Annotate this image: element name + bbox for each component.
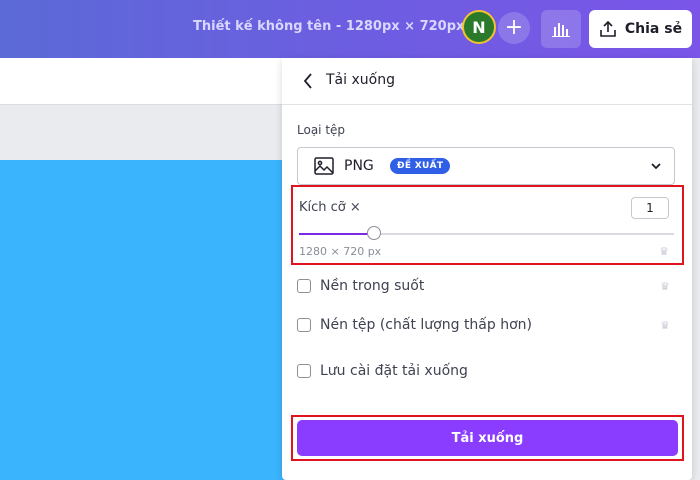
chevron-left-icon <box>303 73 312 89</box>
download-button[interactable]: Tải xuống <box>297 420 678 456</box>
recommended-badge: ĐỀ XUẤT <box>390 158 451 174</box>
insights-button[interactable] <box>541 10 581 48</box>
add-collaborator-button[interactable]: + <box>498 12 530 44</box>
compress-file-option[interactable]: Nén tệp (chất lượng thấp hơn) <box>297 315 532 335</box>
transparent-background-option[interactable]: Nền trong suốt <box>297 276 424 296</box>
file-type-select[interactable]: PNG ĐỀ XUẤT <box>297 147 675 185</box>
save-settings-checkbox[interactable] <box>297 364 311 378</box>
size-section-highlight: Kích cỡ × 1 1280 × 720 px ♛ <box>291 185 684 265</box>
back-button[interactable] <box>298 71 318 91</box>
chevron-down-icon <box>651 163 661 170</box>
avatar-initial: N <box>472 17 486 37</box>
compress-file-checkbox[interactable] <box>297 318 311 332</box>
share-button[interactable]: Chia sẻ <box>589 10 692 48</box>
crown-icon: ♛ <box>660 280 670 293</box>
download-button-highlight: Tải xuống <box>291 415 684 461</box>
size-multiplier-value: 1 <box>646 201 654 215</box>
option-label: Lưu cài đặt tải xuống <box>320 363 468 379</box>
image-icon <box>314 157 334 175</box>
size-slider-fill <box>299 233 374 235</box>
transparent-background-checkbox[interactable] <box>297 279 311 293</box>
size-dimensions: 1280 × 720 px <box>299 245 382 258</box>
bar-chart-icon <box>552 23 570 37</box>
size-slider[interactable] <box>299 226 674 240</box>
panel-title: Tải xuống <box>326 72 395 88</box>
size-slider-handle[interactable] <box>367 226 381 240</box>
plus-icon: + <box>504 15 524 40</box>
size-multiplier-input[interactable]: 1 <box>631 197 669 219</box>
file-type-label: Loại tệp <box>297 123 346 137</box>
crown-icon: ♛ <box>659 245 669 258</box>
crown-icon: ♛ <box>660 319 670 332</box>
upload-icon <box>600 20 616 37</box>
save-download-settings-option[interactable]: Lưu cài đặt tải xuống <box>297 361 468 381</box>
editor-toolbar-strip <box>0 58 282 105</box>
user-avatar[interactable]: N <box>462 10 496 44</box>
share-label: Chia sẻ <box>624 21 683 37</box>
download-button-label: Tải xuống <box>451 430 524 446</box>
download-panel: Tải xuống Loại tệp PNG ĐỀ XUẤT Kích cỡ ×… <box>282 58 692 480</box>
option-label: Nén tệp (chất lượng thấp hơn) <box>320 317 532 333</box>
option-label: Nền trong suốt <box>320 278 425 294</box>
size-label: Kích cỡ × <box>299 200 361 215</box>
top-bar: Thiết kế không tên - 1280px × 720px N + … <box>0 0 700 58</box>
document-title[interactable]: Thiết kế không tên - 1280px × 720px <box>193 19 464 34</box>
file-type-value: PNG <box>344 158 374 174</box>
panel-header: Tải xuống <box>282 58 692 105</box>
